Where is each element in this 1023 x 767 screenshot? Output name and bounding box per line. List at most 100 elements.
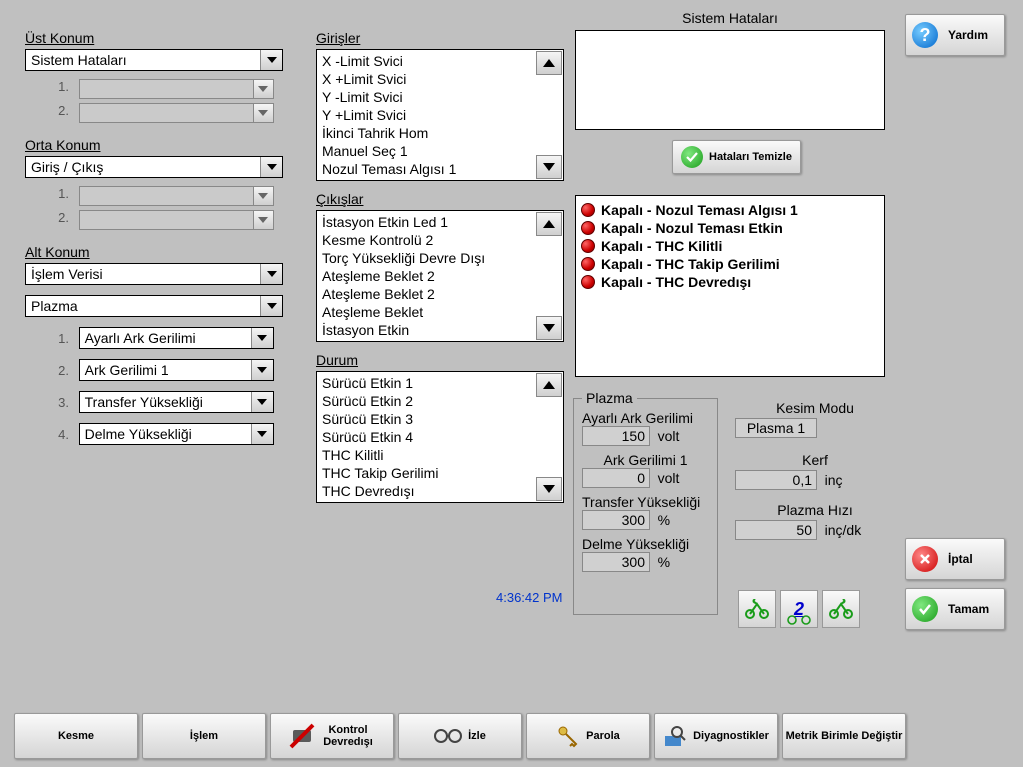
metrik-label: Metrik Birimle Değiştir: [786, 730, 903, 742]
num-1b: 1.: [55, 186, 69, 201]
alt-num-1: 1.: [55, 331, 69, 346]
islem-button[interactable]: İşlem: [142, 713, 266, 759]
status-item: Kapalı - Nozul Teması Etkin: [581, 220, 879, 236]
red-dot-icon: [581, 257, 595, 271]
orta-konum-title: Orta Konum: [25, 137, 295, 153]
list-item: Ateşleme Beklet 2: [322, 267, 558, 285]
check-icon: [681, 146, 703, 168]
scroll-up-icon[interactable]: [536, 51, 562, 75]
delme-yuk-label: Delme Yüksekliği: [582, 536, 709, 552]
alt-sub-2[interactable]: Ark Gerilimi 1: [79, 359, 274, 381]
list-item: İstasyon Etkin Led 1: [322, 213, 558, 231]
ust-konum-combo[interactable]: Sistem Hataları: [25, 49, 283, 71]
binoculars-icon: [434, 728, 462, 744]
kesim-modu-input[interactable]: Plasma 1: [735, 418, 817, 438]
jog-right-button[interactable]: [822, 590, 860, 628]
list-item: X +Limit Svici: [322, 70, 558, 88]
help-label: Yardım: [948, 28, 988, 42]
jog-left-button[interactable]: [738, 590, 776, 628]
orta-konum-value: Giriş / Çıkış: [26, 157, 260, 177]
ust-konum-value: Sistem Hataları: [26, 50, 260, 70]
plazma-hizi-label: Plazma Hızı: [735, 502, 895, 518]
help-button[interactable]: ? Yardım: [905, 14, 1005, 56]
scroll-down-icon[interactable]: [536, 477, 562, 501]
orta-sub-2[interactable]: [79, 210, 274, 230]
parola-label: Parola: [586, 730, 620, 742]
cikislar-title: Çıkışlar: [316, 191, 566, 207]
alt-konum-combo-1[interactable]: İşlem Verisi: [25, 263, 283, 285]
scroll-down-icon[interactable]: [536, 155, 562, 179]
chevron-down-icon: [260, 296, 282, 316]
islem-label: İşlem: [190, 730, 218, 742]
orta-sub-1[interactable]: [79, 186, 274, 206]
kerf-input[interactable]: 0,1: [735, 470, 817, 490]
diagnostikler-button[interactable]: Diyagnostikler: [654, 713, 778, 759]
alt-sub-4[interactable]: Delme Yüksekliği: [79, 423, 274, 445]
sistem-hatalari-title: Sistem Hataları: [575, 10, 885, 26]
parola-button[interactable]: Parola: [526, 713, 650, 759]
list-item: Sürücü Etkin 4: [322, 428, 558, 446]
list-item: İkinci Tahrik Hom: [322, 124, 558, 142]
list-item: Ateşleme Beklet 2: [322, 285, 558, 303]
girisler-listbox[interactable]: X -Limit Svici X +Limit Svici Y -Limit S…: [316, 49, 564, 181]
errors-textarea[interactable]: [575, 30, 885, 130]
transfer-yuk-input[interactable]: 300: [582, 510, 650, 530]
bike-arrow-left-icon: [744, 599, 770, 619]
list-item: Sürücü Etkin 1: [322, 374, 558, 392]
alt-sub-1[interactable]: Ayarlı Ark Gerilimi: [79, 327, 274, 349]
unit-inc: inç: [825, 472, 843, 488]
list-item: Y -Limit Svici: [322, 88, 558, 106]
alt-num-2: 2.: [55, 363, 69, 378]
girisler-title: Girişler: [316, 30, 566, 46]
scroll-down-icon[interactable]: [536, 316, 562, 340]
ayarli-ark-input[interactable]: 150: [582, 426, 650, 446]
izle-button[interactable]: İzle: [398, 713, 522, 759]
num-2: 2.: [55, 103, 69, 118]
ark-gerilimi-input[interactable]: 0: [582, 468, 650, 488]
status-item: Kapalı - Nozul Teması Algısı 1: [581, 202, 879, 218]
alt-num-3: 3.: [55, 395, 69, 410]
alt-konum-value2: Plazma: [26, 296, 260, 316]
unit-incdk: inç/dk: [825, 522, 862, 538]
transfer-yuk-label: Transfer Yüksekliği: [582, 494, 709, 510]
alt-konum-title: Alt Konum: [25, 244, 295, 260]
cancel-button[interactable]: İptal: [905, 538, 1005, 580]
status-text: Kapalı - Nozul Teması Algısı 1: [601, 202, 798, 218]
status-text: Kapalı - THC Kilitli: [601, 238, 722, 254]
alt-sub-4-text: Delme Yüksekliği: [80, 424, 251, 444]
status-item: Kapalı - THC Devredışı: [581, 274, 879, 290]
chevron-down-icon: [260, 264, 282, 284]
cikislar-listbox[interactable]: İstasyon Etkin Led 1 Kesme Kontrolü 2 To…: [316, 210, 564, 342]
durum-title: Durum: [316, 352, 566, 368]
metrik-button[interactable]: Metrik Birimle Değiştir: [782, 713, 906, 759]
alt-sub-1-text: Ayarlı Ark Gerilimi: [80, 328, 251, 348]
red-dot-icon: [581, 275, 595, 289]
izle-label: İzle: [468, 730, 486, 742]
bike-arrow-right-icon: [828, 599, 854, 619]
jog-count-button[interactable]: 2: [780, 590, 818, 628]
kesim-modu-label: Kesim Modu: [735, 400, 895, 416]
durum-listbox[interactable]: Sürücü Etkin 1 Sürücü Etkin 2 Sürücü Etk…: [316, 371, 564, 503]
chevron-down-icon: [260, 157, 282, 177]
list-item: THC Takip Gerilimi: [322, 464, 558, 482]
list-item: Sürücü Etkin 2: [322, 392, 558, 410]
ok-button[interactable]: Tamam: [905, 588, 1005, 630]
scroll-up-icon[interactable]: [536, 373, 562, 397]
list-item: Nozul Teması Algısı 1: [322, 160, 558, 178]
unit-percent: %: [658, 554, 670, 570]
alt-sub-3-text: Transfer Yüksekliği: [80, 392, 251, 412]
kesme-button[interactable]: Kesme: [14, 713, 138, 759]
plazma-hizi-input[interactable]: 50: [735, 520, 817, 540]
ust-sub-2[interactable]: [79, 103, 274, 123]
alt-konum-combo-2[interactable]: Plazma: [25, 295, 283, 317]
alt-sub-3[interactable]: Transfer Yüksekliği: [79, 391, 274, 413]
ust-sub-1[interactable]: [79, 79, 274, 99]
kontrol-devredisi-button[interactable]: Kontrol Devredışı: [270, 713, 394, 759]
ayarli-ark-label: Ayarlı Ark Gerilimi: [582, 410, 709, 426]
orta-konum-combo[interactable]: Giriş / Çıkış: [25, 156, 283, 178]
scroll-up-icon[interactable]: [536, 212, 562, 236]
clear-errors-button[interactable]: Hataları Temizle: [672, 140, 801, 174]
ark-gerilimi-label: Ark Gerilimi 1: [582, 452, 709, 468]
list-item: İstasyon Etkin: [322, 321, 558, 339]
delme-yuk-input[interactable]: 300: [582, 552, 650, 572]
